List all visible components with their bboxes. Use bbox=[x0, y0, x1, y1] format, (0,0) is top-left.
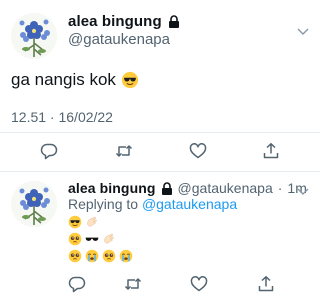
retweet-icon[interactable] bbox=[124, 275, 142, 293]
reply-action-bar bbox=[0, 275, 320, 295]
chevron-down-icon[interactable] bbox=[296, 27, 310, 37]
pleading-face-emoji bbox=[68, 232, 82, 246]
main-action-bar bbox=[0, 142, 320, 162]
tweet-text: ga nangis kok bbox=[11, 70, 139, 90]
replying-to-label: Replying to bbox=[68, 196, 139, 212]
display-name[interactable]: alea bingung bbox=[68, 13, 162, 30]
emoji-line bbox=[68, 215, 99, 229]
pleading-face-emoji bbox=[68, 249, 82, 263]
reply-separator: · bbox=[277, 180, 283, 196]
pleading-face-emoji bbox=[102, 249, 116, 263]
name-row: alea bingung bbox=[68, 13, 180, 30]
like-icon[interactable] bbox=[189, 142, 207, 160]
sob-emoji bbox=[85, 249, 99, 263]
flower-avatar-icon bbox=[11, 181, 57, 227]
avatar[interactable] bbox=[11, 13, 57, 59]
reply-display-name[interactable]: alea bingung bbox=[68, 180, 156, 196]
reply-handle[interactable]: @gataukenapa bbox=[178, 180, 273, 196]
divider bbox=[0, 171, 320, 172]
sunglasses-face-emoji bbox=[121, 71, 139, 89]
lock-icon bbox=[168, 15, 180, 28]
retweet-icon[interactable] bbox=[115, 142, 133, 160]
reply-header: alea bingung @gataukenapa · 1m bbox=[68, 180, 307, 196]
share-icon[interactable] bbox=[257, 275, 275, 293]
handle[interactable]: @gataukenapa bbox=[68, 31, 170, 48]
like-icon[interactable] bbox=[190, 275, 208, 293]
share-icon[interactable] bbox=[262, 142, 280, 160]
divider bbox=[0, 132, 320, 133]
sunglasses-emoji bbox=[85, 232, 99, 246]
emoji-line bbox=[68, 232, 116, 246]
emoji-line bbox=[68, 249, 133, 263]
tweet-text-content: ga nangis kok bbox=[11, 70, 116, 89]
wave-hand-emoji bbox=[102, 232, 116, 246]
lock-icon bbox=[161, 182, 173, 195]
sunglasses-face-emoji bbox=[68, 215, 82, 229]
replying-to-mention[interactable]: @gataukenapa bbox=[142, 196, 237, 212]
wave-hand-emoji bbox=[85, 215, 99, 229]
timestamp[interactable]: 12.51 · 16/02/22 bbox=[11, 109, 113, 125]
sob-emoji bbox=[119, 249, 133, 263]
replying-to: Replying to @gataukenapa bbox=[68, 196, 237, 212]
reply-icon[interactable] bbox=[40, 142, 58, 160]
flower-avatar-icon bbox=[11, 13, 57, 59]
chevron-down-icon[interactable] bbox=[296, 187, 310, 197]
reply-avatar[interactable] bbox=[11, 181, 57, 227]
reply-icon[interactable] bbox=[68, 275, 86, 293]
